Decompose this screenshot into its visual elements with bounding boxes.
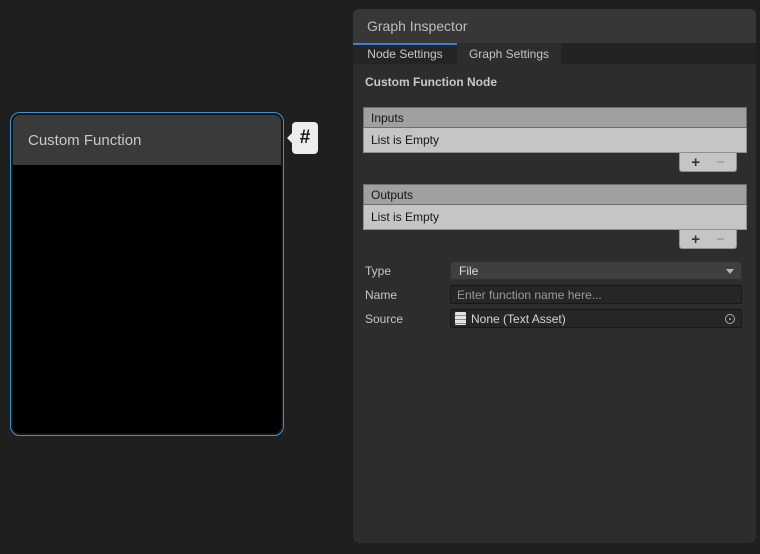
- outputs-list-footer: + −: [679, 230, 737, 249]
- node-title-bar[interactable]: Custom Function: [13, 115, 281, 165]
- inputs-list: Inputs List is Empty + −: [363, 107, 747, 172]
- inputs-list-header: Inputs: [363, 107, 747, 128]
- source-row: Source None (Text Asset): [365, 309, 742, 328]
- source-object-value: None (Text Asset): [471, 312, 566, 326]
- type-dropdown[interactable]: File: [450, 261, 742, 280]
- panel-title: Graph Inspector: [367, 18, 467, 34]
- name-label: Name: [365, 288, 450, 302]
- graph-inspector-panel: Graph Inspector Node Settings Graph Sett…: [353, 9, 756, 543]
- source-label: Source: [365, 312, 450, 326]
- custom-function-node[interactable]: Custom Function: [10, 112, 284, 436]
- inspector-tab-row: Node Settings Graph Settings: [353, 43, 756, 64]
- outputs-remove-button[interactable]: −: [714, 232, 727, 247]
- inputs-list-footer: + −: [679, 153, 737, 172]
- node-title: Custom Function: [28, 132, 141, 149]
- outputs-list-empty-row: List is Empty: [363, 205, 747, 230]
- outputs-add-button[interactable]: +: [689, 232, 702, 247]
- outputs-list: Outputs List is Empty + −: [363, 184, 747, 249]
- chevron-down-icon: [726, 269, 734, 274]
- type-dropdown-value: File: [459, 264, 478, 278]
- outputs-list-header: Outputs: [363, 184, 747, 205]
- name-row: Name: [365, 285, 742, 304]
- hash-icon: #: [300, 127, 311, 149]
- hash-badge: #: [292, 122, 318, 154]
- section-title: Custom Function Node: [365, 75, 497, 89]
- inputs-list-empty-row: List is Empty: [363, 128, 747, 153]
- text-asset-icon: [455, 312, 466, 325]
- tab-graph-settings[interactable]: Graph Settings: [457, 43, 561, 64]
- object-picker-icon[interactable]: [725, 314, 735, 324]
- type-row: Type File: [365, 261, 742, 280]
- inputs-add-button[interactable]: +: [689, 155, 702, 170]
- tab-node-settings[interactable]: Node Settings: [353, 43, 457, 64]
- type-label: Type: [365, 264, 450, 278]
- panel-title-bar: Graph Inspector: [353, 9, 756, 43]
- node-preview: [13, 165, 281, 433]
- source-object-field[interactable]: None (Text Asset): [450, 309, 742, 328]
- function-name-input[interactable]: [450, 285, 742, 304]
- inputs-remove-button[interactable]: −: [714, 155, 727, 170]
